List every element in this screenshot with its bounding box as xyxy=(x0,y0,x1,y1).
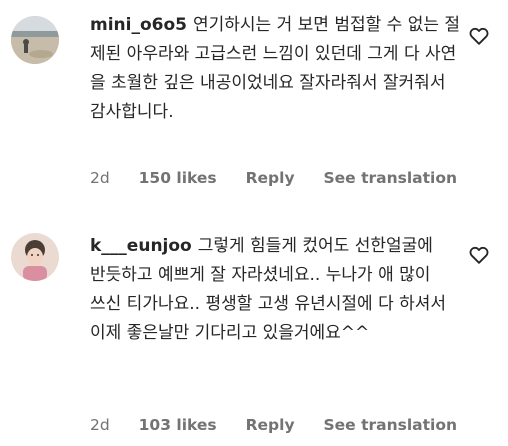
comment-item: k___eunjoo 그렇게 힘들게 컸어도 선한얼굴에 반듯하고 예쁘게 잘 자… xyxy=(0,220,508,446)
comment-meta: 2d 103 likes Reply See translation xyxy=(90,416,481,434)
comment-time[interactable]: 2d xyxy=(90,169,110,187)
comment-likes[interactable]: 150 likes xyxy=(139,169,217,187)
heart-outline-icon[interactable] xyxy=(468,25,490,47)
avatar[interactable] xyxy=(11,233,59,281)
comment-body: mini_o6o5 연기하시는 거 보면 범접할 수 없는 절제된 아우라와 고급… xyxy=(90,11,462,127)
reply-button[interactable]: Reply xyxy=(246,169,295,187)
see-translation-button[interactable]: See translation xyxy=(324,416,458,434)
comment-time[interactable]: 2d xyxy=(90,416,110,434)
comment-likes[interactable]: 103 likes xyxy=(139,416,217,434)
avatar[interactable] xyxy=(11,16,59,64)
comment-username[interactable]: k___eunjoo xyxy=(90,236,192,256)
comment-username[interactable]: mini_o6o5 xyxy=(90,15,187,35)
heart-outline-icon[interactable] xyxy=(468,244,490,266)
see-translation-button[interactable]: See translation xyxy=(324,169,458,187)
comment-body: k___eunjoo 그렇게 힘들게 컸어도 선한얼굴에 반듯하고 예쁘게 잘 자… xyxy=(90,232,450,348)
comment-meta: 2d 150 likes Reply See translation xyxy=(90,169,481,187)
comment-item: mini_o6o5 연기하시는 거 보면 범접할 수 없는 절제된 아우라와 고급… xyxy=(0,0,508,206)
reply-button[interactable]: Reply xyxy=(246,416,295,434)
